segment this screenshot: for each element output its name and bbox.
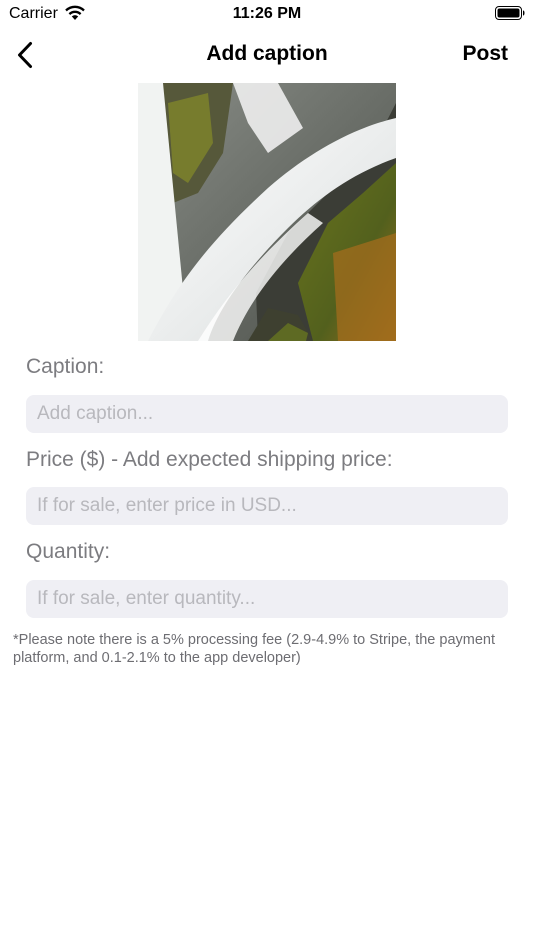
selected-photo bbox=[138, 83, 396, 341]
price-label: Price ($) - Add expected shipping price: bbox=[26, 448, 393, 471]
post-button[interactable]: Post bbox=[462, 42, 508, 66]
price-input[interactable] bbox=[26, 487, 508, 525]
battery-icon bbox=[495, 6, 525, 20]
page-title: Add caption bbox=[206, 42, 328, 65]
caption-label: Caption: bbox=[26, 355, 105, 378]
caption-input[interactable] bbox=[26, 395, 508, 433]
processing-fee-note: *Please note there is a 5% processing fe… bbox=[13, 632, 495, 666]
quantity-input[interactable] bbox=[26, 580, 508, 618]
status-bar: Carrier 11:26 PM bbox=[0, 0, 534, 28]
quantity-label: Quantity: bbox=[26, 540, 111, 563]
navigation-bar: Add caption Post bbox=[0, 30, 534, 80]
status-time: 11:26 PM bbox=[232, 5, 302, 22]
